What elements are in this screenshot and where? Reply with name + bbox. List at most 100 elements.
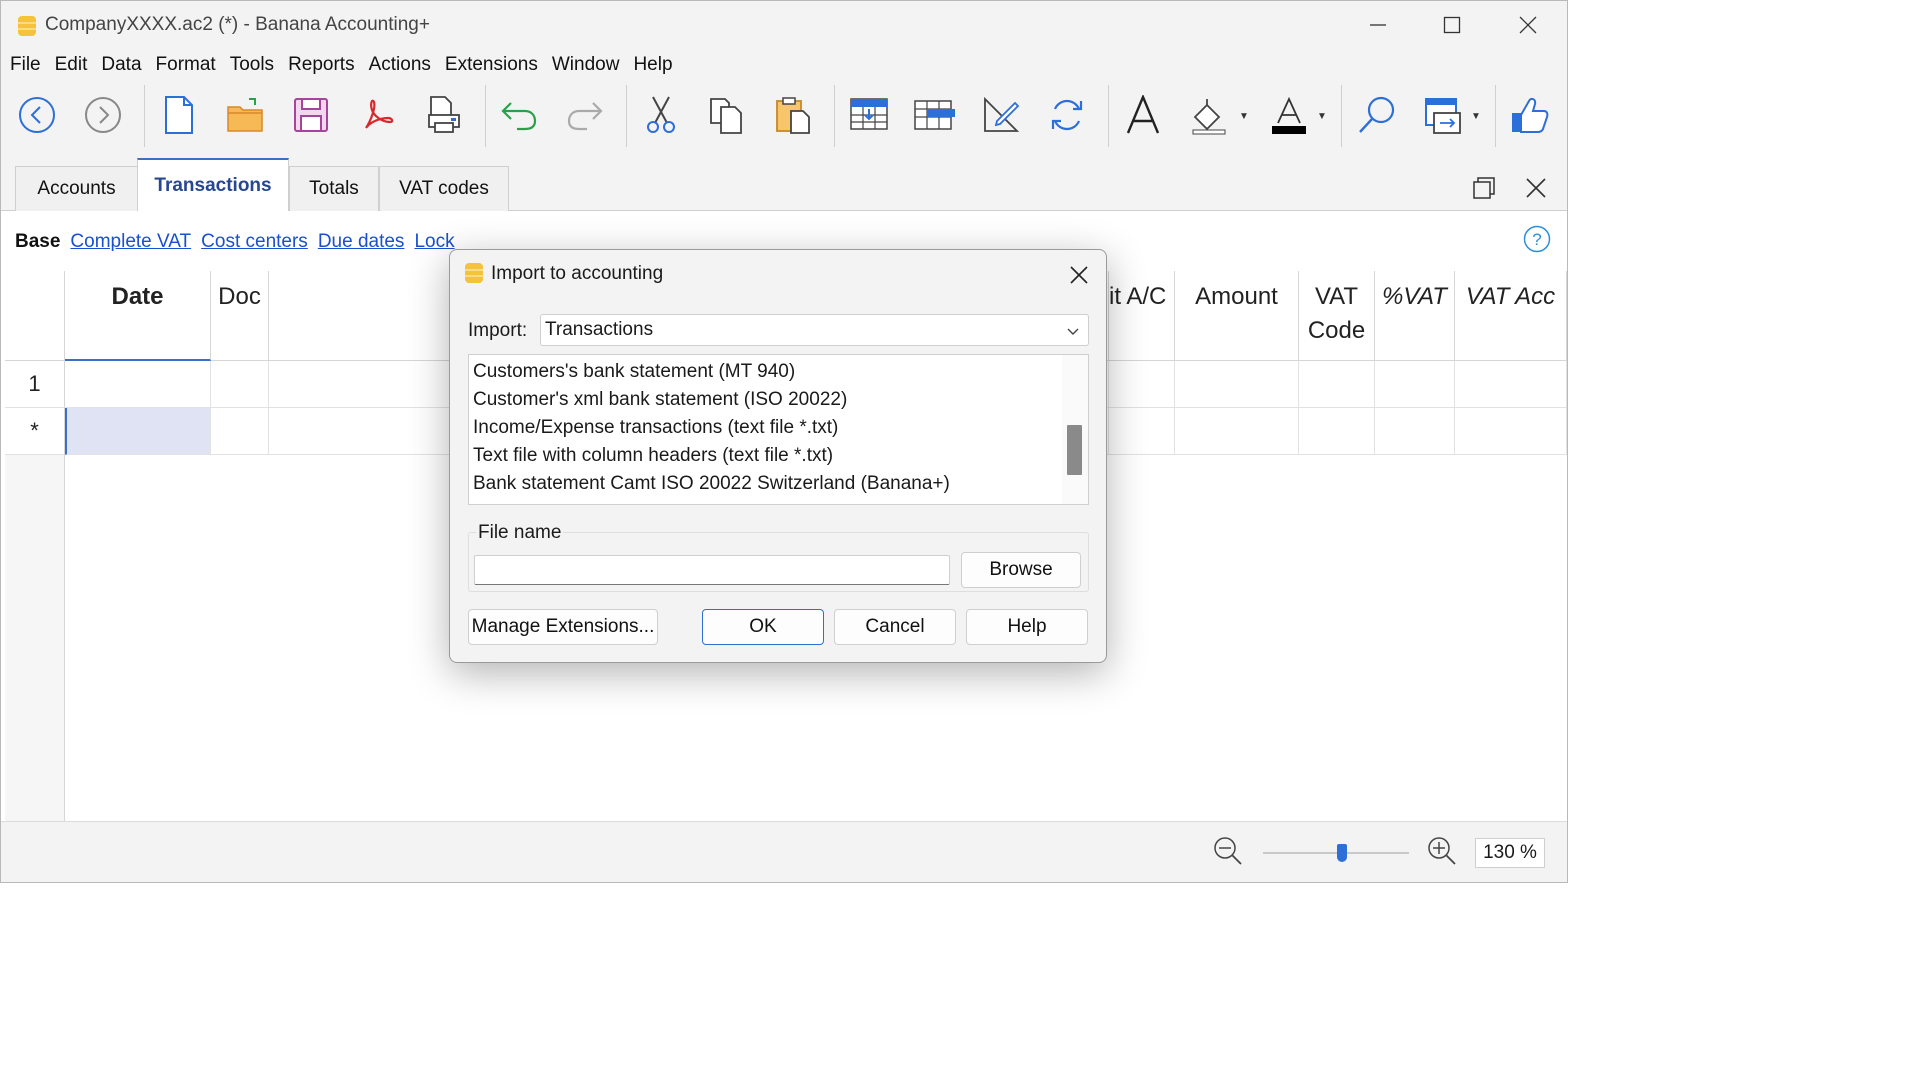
close-window-button[interactable] — [1491, 1, 1565, 49]
banana-logo-icon — [18, 16, 36, 36]
cell-doc[interactable] — [211, 408, 269, 455]
view-due-dates[interactable]: Due dates — [318, 231, 405, 253]
cell-date-selected[interactable] — [65, 408, 211, 455]
find-button[interactable] — [1351, 89, 1403, 141]
edit-button[interactable] — [975, 89, 1027, 141]
forward-button[interactable] — [77, 89, 129, 141]
header-date[interactable]: Date — [65, 271, 211, 361]
fill-color-button[interactable] — [1183, 89, 1235, 141]
window-switch-button[interactable] — [1417, 89, 1469, 141]
edit-icon — [984, 96, 1020, 132]
cell-pct-vat[interactable] — [1375, 361, 1455, 408]
new-file-button[interactable] — [153, 89, 205, 141]
cell-vat-code[interactable] — [1299, 361, 1375, 408]
copy-button[interactable] — [701, 89, 753, 141]
row-number-new[interactable]: * — [5, 408, 65, 455]
list-item[interactable]: Bank statement Camt ISO 20022 Switzerlan… — [469, 470, 950, 498]
view-complete-vat[interactable]: Complete VAT — [70, 231, 191, 253]
undo-button[interactable] — [493, 89, 545, 141]
tab-transactions[interactable]: Transactions — [137, 158, 289, 212]
menu-data[interactable]: Data — [94, 54, 148, 76]
zoom-slider-thumb[interactable] — [1337, 844, 1347, 862]
fill-color-dropdown-icon[interactable]: ▼ — [1239, 111, 1249, 122]
list-item[interactable]: Customers's bank statement (MT 940) — [469, 358, 950, 386]
paste-button[interactable] — [767, 89, 819, 141]
file-name-input[interactable] — [474, 555, 950, 585]
add-rows-button[interactable] — [909, 89, 961, 141]
list-item[interactable]: Income/Expense transactions (text file *… — [469, 414, 950, 442]
cell-amount[interactable] — [1175, 408, 1299, 455]
minimize-button[interactable] — [1341, 1, 1415, 49]
header-vat-account[interactable]: VAT Acc — [1455, 271, 1567, 361]
redo-button[interactable] — [559, 89, 611, 141]
feedback-button[interactable] — [1503, 89, 1555, 141]
header-vat-code[interactable]: VAT Code — [1299, 271, 1375, 361]
new-file-icon — [165, 96, 193, 134]
menu-reports[interactable]: Reports — [281, 54, 362, 76]
menu-help[interactable]: Help — [626, 54, 679, 76]
menu-window[interactable]: Window — [545, 54, 627, 76]
font-button[interactable] — [1117, 89, 1169, 141]
cell-date[interactable] — [65, 361, 211, 408]
zoom-in-icon[interactable] — [1427, 836, 1457, 866]
cell-vat-code[interactable] — [1299, 408, 1375, 455]
ok-button[interactable]: OK — [702, 609, 824, 645]
menu-format[interactable]: Format — [149, 54, 223, 76]
menu-tools[interactable]: Tools — [223, 54, 281, 76]
cell-credit-account[interactable] — [1109, 361, 1175, 408]
insert-rows-button[interactable] — [843, 89, 895, 141]
help-button[interactable]: Help — [966, 609, 1088, 645]
zoom-out-icon[interactable] — [1213, 836, 1243, 866]
cell-vat-account[interactable] — [1455, 361, 1567, 408]
row-number[interactable]: 1 — [5, 361, 65, 408]
header-credit-account[interactable]: it A/C — [1109, 271, 1175, 361]
zoom-slider[interactable] — [1263, 852, 1409, 854]
browse-button[interactable]: Browse — [961, 552, 1081, 588]
header-amount[interactable]: Amount — [1175, 271, 1299, 361]
maximize-button[interactable] — [1415, 1, 1489, 49]
save-button[interactable] — [285, 89, 337, 141]
import-label: Import: — [468, 320, 528, 341]
view-lock[interactable]: Lock — [414, 231, 454, 253]
menu-file[interactable]: File — [3, 54, 48, 76]
menu-extensions[interactable]: Extensions — [438, 54, 545, 76]
view-base[interactable]: Base — [15, 231, 60, 253]
back-button[interactable] — [11, 89, 63, 141]
tab-vat-codes[interactable]: VAT codes — [379, 166, 509, 211]
window-switch-dropdown-icon[interactable]: ▼ — [1471, 111, 1481, 122]
menu-actions[interactable]: Actions — [362, 54, 438, 76]
cut-button[interactable] — [635, 89, 687, 141]
pdf-button[interactable] — [351, 89, 403, 141]
zoom-level[interactable]: 130 % — [1475, 838, 1545, 868]
tab-accounts[interactable]: Accounts — [15, 166, 138, 211]
close-table-button[interactable] — [1521, 173, 1551, 203]
header-pct-vat[interactable]: %VAT — [1375, 271, 1455, 361]
import-format-list[interactable]: Customers's bank statement (MT 940) Cust… — [468, 354, 1089, 505]
cell-credit-account[interactable] — [1109, 408, 1175, 455]
dialog-close-button[interactable] — [1064, 260, 1094, 290]
text-color-dropdown-icon[interactable]: ▼ — [1317, 111, 1327, 122]
redo-icon — [567, 102, 603, 131]
view-cost-centers[interactable]: Cost centers — [201, 231, 308, 253]
cell-amount[interactable] — [1175, 361, 1299, 408]
list-item[interactable]: Customer's xml bank statement (ISO 20022… — [469, 386, 950, 414]
restore-table-button[interactable] — [1469, 173, 1499, 203]
import-type-select[interactable]: Transactions — [540, 314, 1089, 346]
cell-pct-vat[interactable] — [1375, 408, 1455, 455]
text-color-button[interactable] — [1263, 89, 1315, 141]
help-icon[interactable]: ? — [1523, 225, 1551, 253]
list-scrollbar[interactable] — [1062, 355, 1088, 504]
cell-doc[interactable] — [211, 361, 269, 408]
print-preview-button[interactable] — [417, 89, 469, 141]
manage-extensions-button[interactable]: Manage Extensions... — [468, 609, 658, 645]
view-selector: Base Complete VAT Cost centers Due dates… — [15, 231, 455, 253]
cell-vat-account[interactable] — [1455, 408, 1567, 455]
list-item[interactable]: Text file with column headers (text file… — [469, 442, 950, 470]
open-file-button[interactable] — [219, 89, 271, 141]
menu-edit[interactable]: Edit — [48, 54, 95, 76]
cancel-button[interactable]: Cancel — [834, 609, 956, 645]
header-doc[interactable]: Doc — [211, 271, 269, 361]
tab-totals[interactable]: Totals — [289, 166, 379, 211]
list-scrollbar-thumb[interactable] — [1067, 425, 1082, 475]
recalculate-button[interactable] — [1041, 89, 1093, 141]
